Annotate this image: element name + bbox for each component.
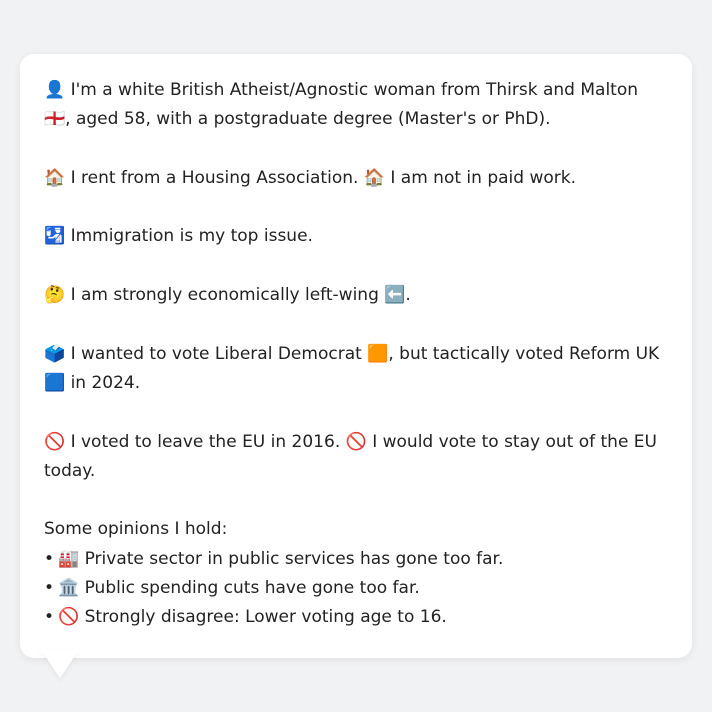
bullet-dot: • — [44, 578, 55, 599]
opinion-item: • 🏭 Private sector in public services has… — [44, 545, 668, 574]
economic-stance-text: 🤔 I am strongly economically left-wing ⬅… — [44, 285, 411, 306]
opinions-list: • 🏭 Private sector in public services has… — [44, 545, 668, 633]
bullet-dot: • — [44, 607, 55, 628]
top-issue-text: 🛂 Immigration is my top issue. — [44, 226, 313, 247]
speech-bubble-tail — [41, 650, 79, 678]
opinion-text: 🏛️ Public spending cuts have gone too fa… — [58, 578, 420, 599]
vote-2024-text: 🗳️ I wanted to vote Liberal Democrat 🟧, … — [44, 343, 660, 393]
opinion-item: • 🚫 Strongly disagree: Lower voting age t… — [44, 603, 668, 632]
opinions-heading: Some opinions I hold: — [44, 519, 228, 540]
eu-vote-text: 🚫 I voted to leave the EU in 2016. 🚫 I w… — [44, 431, 657, 481]
housing-work-text: 🏠 I rent from a Housing Association. 🏠 I… — [44, 167, 576, 188]
opinion-text: 🏭 Private sector in public services has … — [58, 548, 504, 569]
opinion-text: 🚫 Strongly disagree: Lower voting age to… — [58, 607, 447, 628]
bullet-dot: • — [44, 548, 55, 569]
identity-text: 👤 I'm a white British Atheist/Agnostic w… — [44, 80, 639, 130]
opinion-item: • 🏛️ Public spending cuts have gone too f… — [44, 574, 668, 603]
persona-card: 👤 I'm a white British Atheist/Agnostic w… — [20, 54, 692, 658]
